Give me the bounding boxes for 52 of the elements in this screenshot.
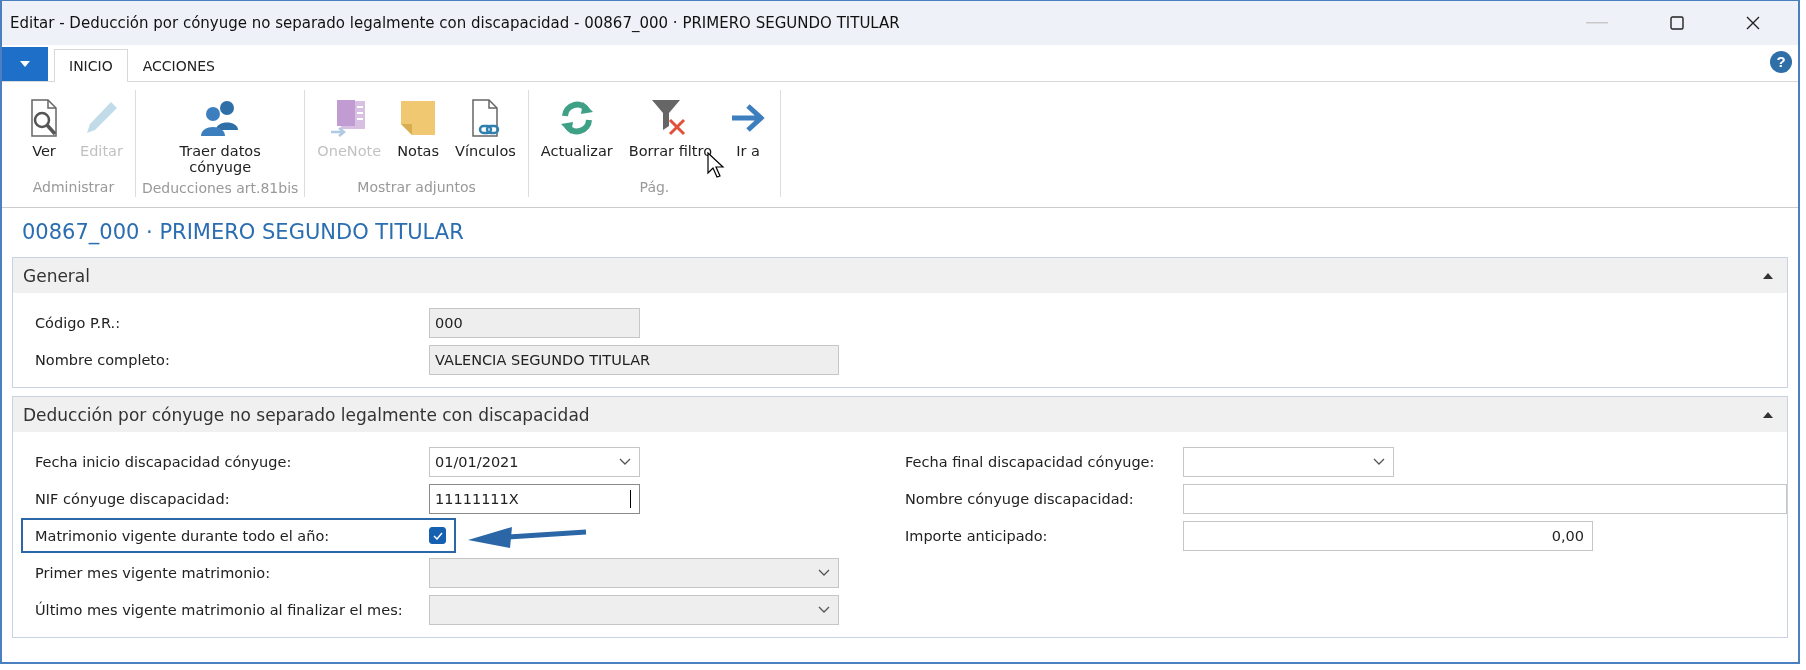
field-label: Nombre completo:	[35, 351, 171, 368]
field-label: Importe anticipado:	[905, 527, 1049, 544]
input-field[interactable]: 11111111X	[429, 483, 640, 514]
section-title: Deducción por cónyuge no separado legalmente con discapacidad	[23, 404, 590, 425]
collapse-icon[interactable]	[1763, 272, 1773, 279]
ribbon-button[interactable]: Ver	[18, 94, 70, 179]
ribbon-button[interactable]: Notas	[391, 94, 446, 179]
field-label: NIF cónyuge discapacidad:	[35, 490, 231, 507]
field-label: Fecha inicio discapacidad cónyuge:	[35, 453, 293, 470]
dropdown-field[interactable]: 01/01/2021	[429, 446, 640, 477]
ribbon-group-label: Deducciones art.81bis	[141, 179, 299, 198]
input-field[interactable]: VALENCIA SEGUNDO TITULAR	[429, 344, 839, 375]
field-label: Matrimonio vigente durante todo el año:	[35, 527, 331, 544]
field-label: Primer mes vigente matrimonio:	[35, 564, 272, 581]
section-header[interactable]: Deducción por cónyuge no separado legalmente con discapacidad	[13, 397, 1787, 432]
minimize-icon[interactable]	[1586, 21, 1608, 25]
close-icon[interactable]	[1746, 16, 1760, 30]
ribbon-tab[interactable]: ACCIONES	[127, 49, 230, 82]
help-button[interactable]: ?	[1770, 51, 1792, 73]
field-label: Código P.R.:	[35, 314, 122, 331]
collapse-icon[interactable]	[1763, 411, 1773, 418]
ribbon-group-label: Administrar	[32, 179, 115, 197]
checkmark-icon	[432, 531, 443, 540]
chevron-down-icon	[818, 569, 830, 576]
page-title: 00867_000 · PRIMERO SEGUNDO TITULAR	[21, 219, 465, 247]
window-title: Editar - Deducción por cónyuge no separado legalmente con discapacidad - 00867_000 · PRIMERO SEGUNDO TITULAR	[10, 14, 900, 32]
caret-icon	[20, 61, 30, 67]
chevron-down-icon	[1373, 458, 1385, 465]
field-label: Último mes vigente matrimonio al finalizar el mes:	[35, 601, 404, 618]
app-menu-button[interactable]	[2, 47, 48, 81]
ribbon-button[interactable]: Borrar filtro	[622, 94, 719, 179]
ribbon-button[interactable]: Vínculos	[449, 94, 522, 179]
chevron-down-icon	[619, 458, 631, 465]
ribbon-button[interactable]: Actualizar	[534, 94, 619, 179]
input-field[interactable]: 0,00	[1183, 520, 1593, 551]
ribbon-button[interactable]: Traer datos cónyuge	[170, 94, 271, 180]
checkbox[interactable]	[429, 527, 446, 544]
input-field[interactable]: 000	[429, 307, 640, 338]
ribbon-button[interactable]: Ir a	[722, 94, 775, 179]
section-header[interactable]: General	[13, 258, 1787, 293]
field-label: Fecha final discapacidad cónyuge:	[905, 453, 1156, 470]
ribbon-tab[interactable]: INICIO	[54, 49, 128, 82]
field-label: Nombre cónyuge discapacidad:	[905, 490, 1135, 507]
ribbon-group-label: Mostrar adjuntos	[357, 179, 476, 197]
dropdown-field[interactable]	[429, 557, 839, 588]
maximize-icon[interactable]	[1670, 16, 1684, 30]
section-title: General	[23, 265, 90, 286]
ribbon-group-label: Pág.	[639, 179, 670, 197]
dropdown-field[interactable]	[429, 594, 839, 625]
chevron-down-icon	[818, 606, 830, 613]
dropdown-field[interactable]	[1183, 446, 1394, 477]
input-field[interactable]	[1183, 483, 1787, 514]
